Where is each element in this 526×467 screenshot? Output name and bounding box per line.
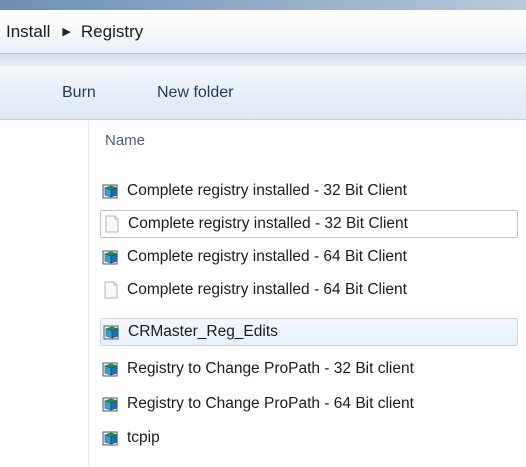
column-header-name[interactable]: Name xyxy=(105,132,145,149)
file-row[interactable]: Registry to Change ProPath - 32 Bit clie… xyxy=(100,355,518,383)
registry-file-icon xyxy=(102,397,118,412)
file-row[interactable]: Complete registry installed - 32 Bit Cli… xyxy=(100,177,518,205)
file-row[interactable]: Complete registry installed - 64 Bit Cli… xyxy=(100,243,518,271)
burn-button[interactable]: Burn xyxy=(62,66,96,120)
breadcrumb-separator-icon[interactable]: ▶ xyxy=(62,25,70,38)
breadcrumb-install[interactable]: Install xyxy=(6,22,50,42)
file-name: CRMaster_Reg_Edits xyxy=(128,323,278,340)
new-folder-button[interactable]: New folder xyxy=(157,66,233,120)
text-file-icon xyxy=(104,281,118,299)
registry-file-icon xyxy=(102,250,118,265)
registry-file-icon xyxy=(102,431,118,446)
navigation-pane[interactable] xyxy=(0,121,89,467)
file-row[interactable]: Complete registry installed - 64 Bit Cli… xyxy=(100,276,518,304)
breadcrumb-registry[interactable]: Registry xyxy=(81,22,143,42)
file-row[interactable]: tcpip xyxy=(100,424,518,452)
text-file-icon xyxy=(105,215,119,233)
file-name: Complete registry installed - 32 Bit Cli… xyxy=(128,215,408,232)
registry-file-icon xyxy=(103,325,119,340)
file-name: tcpip xyxy=(127,429,160,446)
file-name: Registry to Change ProPath - 32 Bit clie… xyxy=(127,360,414,377)
file-row[interactable]: Registry to Change ProPath - 64 Bit clie… xyxy=(100,390,518,418)
search-bar-band xyxy=(0,54,526,66)
file-name: Complete registry installed - 64 Bit Cli… xyxy=(127,281,407,298)
registry-file-icon xyxy=(102,184,118,199)
command-toolbar: Burn New folder xyxy=(0,66,526,120)
file-row[interactable]: Complete registry installed - 32 Bit Cli… xyxy=(100,210,518,238)
file-name: Complete registry installed - 64 Bit Cli… xyxy=(127,248,407,265)
window-frame-top xyxy=(0,0,526,10)
file-row[interactable]: CRMaster_Reg_Edits xyxy=(100,318,518,346)
address-bar[interactable]: Install ▶ Registry xyxy=(0,10,526,54)
registry-file-icon xyxy=(102,362,118,377)
file-name: Complete registry installed - 32 Bit Cli… xyxy=(127,182,407,199)
file-name: Registry to Change ProPath - 64 Bit clie… xyxy=(127,395,414,412)
